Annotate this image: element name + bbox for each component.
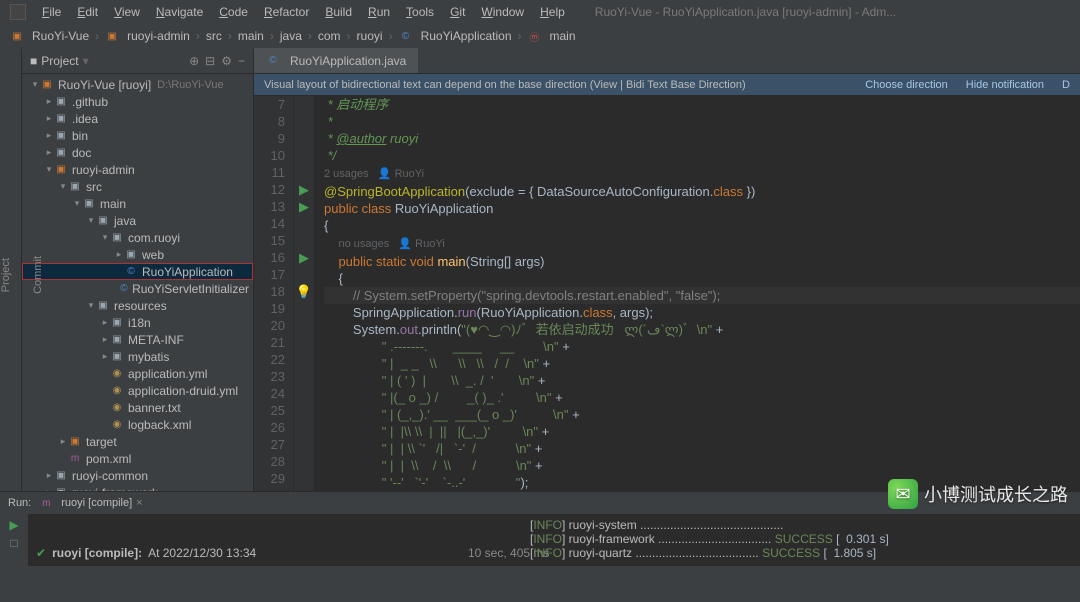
class-icon: © xyxy=(266,54,280,68)
tab-project[interactable]: Project xyxy=(0,258,12,292)
menu-git[interactable]: Git xyxy=(444,3,471,21)
bulb-icon[interactable]: 💡 xyxy=(296,284,312,299)
wechat-icon: ✉ xyxy=(888,479,918,509)
locate-icon[interactable]: ⊕ xyxy=(189,54,199,68)
tree-doc[interactable]: ▸▣doc xyxy=(22,144,253,161)
stop-icon[interactable]: □ xyxy=(10,536,17,550)
run-tab[interactable]: m ruoyi [compile] × xyxy=(39,496,142,510)
tree-resources[interactable]: ▾▣resources xyxy=(22,297,253,314)
bc-dir[interactable]: ruoyi xyxy=(357,29,383,43)
menu-run[interactable]: Run xyxy=(362,3,396,21)
menu-help[interactable]: Help xyxy=(534,3,571,21)
tree-i18n[interactable]: ▸▣i18n xyxy=(22,314,253,331)
notification-text: Visual layout of bidirectional text can … xyxy=(264,79,746,91)
tree-pom-xml[interactable]: mpom.xml xyxy=(22,450,253,467)
hide-icon[interactable]: − xyxy=(238,54,245,68)
line-numbers: 7891011121314151617181920212223242526272… xyxy=(254,96,294,491)
tree-ruoyi-framework[interactable]: ▸▣ruoyi-framework xyxy=(22,484,253,491)
window-title: RuoYi-Vue - RuoYiApplication.java [ruoyi… xyxy=(595,5,896,19)
tree-ruoyiservletinitializer[interactable]: ©RuoYiServletInitializer xyxy=(22,280,253,297)
main-menu: FileEditViewNavigateCodeRefactorBuildRun… xyxy=(36,3,571,21)
bc-dir[interactable]: src xyxy=(206,29,222,43)
notification-more-link[interactable]: D xyxy=(1062,79,1070,91)
tree-meta-inf[interactable]: ▸▣META-INF xyxy=(22,331,253,348)
menu-tools[interactable]: Tools xyxy=(400,3,440,21)
tree-java[interactable]: ▾▣java xyxy=(22,212,253,229)
collapse-icon[interactable]: ⊟ xyxy=(205,54,215,68)
menu-code[interactable]: Code xyxy=(213,3,254,21)
tree-bin[interactable]: ▸▣bin xyxy=(22,127,253,144)
maven-icon: m xyxy=(39,496,53,510)
code-area[interactable]: 7891011121314151617181920212223242526272… xyxy=(254,96,1080,491)
menu-refactor[interactable]: Refactor xyxy=(258,3,315,21)
run-output: [INFO] ruoyi-system ....................… xyxy=(520,514,1080,566)
tree-mybatis[interactable]: ▸▣mybatis xyxy=(22,348,253,365)
choose-direction-link[interactable]: Choose direction xyxy=(865,79,948,91)
project-tree[interactable]: ▾▣RuoYi-Vue [ruoyi]D:\RuoYi-Vue▸▣.github… xyxy=(22,74,253,491)
hide-notification-link[interactable]: Hide notification xyxy=(966,79,1044,91)
bc-dir[interactable]: main xyxy=(238,29,264,43)
tree-banner-txt[interactable]: ◉banner.txt xyxy=(22,399,253,416)
bc-module[interactable]: ▣ruoyi-admin xyxy=(105,29,190,43)
gutter-icons: ▶ ▶ ▶ 💡 xyxy=(294,96,314,491)
watermark: ✉ 小博测试成长之路 xyxy=(888,479,1068,509)
editor-notification: Visual layout of bidirectional text can … xyxy=(254,74,1080,96)
success-icon: ✔ xyxy=(36,546,46,560)
project-title: ■Project▾ xyxy=(30,54,89,68)
tree-target[interactable]: ▸▣target xyxy=(22,433,253,450)
code[interactable]: * 启动程序 * * @author ruoyi */2 usages 👤 Ru… xyxy=(314,96,1080,491)
project-tool-window: ■Project▾ ⊕ ⊟ ⚙ − ▾▣RuoYi-Vue [ruoyi]D:\… xyxy=(22,49,254,491)
menu-build[interactable]: Build xyxy=(319,3,358,21)
tree-ruoyi-common[interactable]: ▸▣ruoyi-common xyxy=(22,467,253,484)
bc-dir[interactable]: com xyxy=(318,29,341,43)
tree-ruoyi-admin[interactable]: ▾▣ruoyi-admin xyxy=(22,161,253,178)
menu-navigate[interactable]: Navigate xyxy=(150,3,209,21)
bc-root[interactable]: ▣RuoYi-Vue xyxy=(10,29,89,43)
tree-main[interactable]: ▾▣main xyxy=(22,195,253,212)
menu-file[interactable]: File xyxy=(36,3,67,21)
tree-com-ruoyi[interactable]: ▾▣com.ruoyi xyxy=(22,229,253,246)
tree--idea[interactable]: ▸▣.idea xyxy=(22,110,253,127)
gear-icon[interactable]: ⚙ xyxy=(221,54,232,68)
run-gutter-icon[interactable]: ▶ xyxy=(299,182,309,197)
run-gutter-icon[interactable]: ▶ xyxy=(299,250,309,265)
run-gutter-icon[interactable]: ▶ xyxy=(299,199,309,214)
project-actions: ⊕ ⊟ ⚙ − xyxy=(189,54,245,68)
editor-tab[interactable]: © RuoYiApplication.java xyxy=(254,48,418,73)
tree-web[interactable]: ▸▣web xyxy=(22,246,253,263)
tree-application-yml[interactable]: ◉application.yml xyxy=(22,365,253,382)
menu-window[interactable]: Window xyxy=(475,3,530,21)
bc-dir[interactable]: java xyxy=(280,29,302,43)
menu-edit[interactable]: Edit xyxy=(71,3,104,21)
tree-ruoyiapplication[interactable]: ©RuoYiApplication xyxy=(22,263,253,280)
title-bar: FileEditViewNavigateCodeRefactorBuildRun… xyxy=(0,0,1080,23)
menu-view[interactable]: View xyxy=(108,3,146,21)
tree--github[interactable]: ▸▣.github xyxy=(22,93,253,110)
run-label: Run: xyxy=(8,497,31,509)
tree-application-druid-yml[interactable]: ◉application-druid.yml xyxy=(22,382,253,399)
app-logo-icon xyxy=(10,4,26,20)
left-tool-gutter: Project Commit xyxy=(0,49,22,491)
bc-method[interactable]: ⓜmain xyxy=(528,29,576,43)
tree-logback-xml[interactable]: ◉logback.xml xyxy=(22,416,253,433)
tree-src[interactable]: ▾▣src xyxy=(22,178,253,195)
breadcrumb: ▣RuoYi-Vue › ▣ruoyi-admin › src › main ›… xyxy=(0,23,1080,49)
tree-ruoyi-vue-ruoyi-[interactable]: ▾▣RuoYi-Vue [ruoyi]D:\RuoYi-Vue xyxy=(22,76,253,93)
rerun-icon[interactable]: ▶ xyxy=(9,518,18,532)
bc-class[interactable]: ©RuoYiApplication xyxy=(399,29,512,43)
editor: © RuoYiApplication.java Visual layout of… xyxy=(254,49,1080,491)
tab-commit[interactable]: Commit xyxy=(32,256,44,294)
